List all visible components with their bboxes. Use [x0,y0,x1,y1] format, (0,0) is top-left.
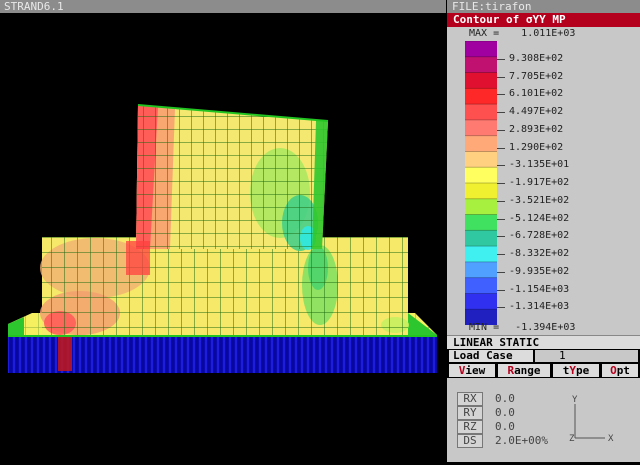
min-row: MIN = -1.394E+03 [469,323,575,333]
max-value: 1.011E+03 [521,28,576,39]
legend-tick [497,236,505,238]
view-rotation-panel: RX 0.0 RY 0.0 RZ 0.0 DS 2.0E+00% Y Z X [447,378,640,462]
load-case-selector[interactable]: 1 [535,350,638,362]
legend-tick [497,129,505,131]
file-name: FILE:tirafon [452,0,532,13]
legend-band [465,135,497,152]
legend-band [465,72,497,89]
legend-level-label: -8.332E+02 [509,248,570,259]
legend-band [465,246,497,263]
load-case-row: Load Case 1 [447,349,640,363]
legend-band [465,261,497,279]
menu-type[interactable]: tYpe [553,364,599,377]
legend-level-label: -1.314E+03 [509,301,570,313]
legend-tick [497,76,505,78]
contour-color-bar [465,41,497,325]
ds-label: DS [457,434,483,448]
legend-level-label: 6.101E+02 [509,88,564,100]
legend-band [465,119,497,137]
rx-value[interactable]: 0.0 [495,392,515,405]
menu-view[interactable]: View [449,364,495,377]
file-bar: FILE:tirafon [447,0,640,13]
stress-contour-model[interactable] [0,13,446,462]
legend-tick [497,271,505,273]
ry-label: RY [457,406,483,420]
axis-y-label: Y [572,395,578,405]
legend-level-label: 9.308E+02 [509,52,564,64]
ds-value[interactable]: 2.0E+00% [495,434,548,447]
legend-level-label: 7.705E+02 [509,70,564,82]
legend-tick [497,183,505,184]
rx-label: RX [457,392,483,406]
legend-level-label: 1.290E+02 [509,141,564,153]
rz-value[interactable]: 0.0 [495,420,515,433]
window-title: STRAND6.1 [4,0,64,13]
legend-tick [497,218,505,220]
legend-tick [497,307,505,309]
legend-level-label: -6.728E+02 [509,230,570,242]
legend-band [465,88,497,105]
model-viewport[interactable] [0,13,446,462]
load-case-label: Load Case [449,350,533,362]
min-label: MIN = [469,322,500,333]
legend-level-label: -1.917E+02 [509,177,570,188]
legend-tick [497,112,505,113]
legend-band [465,198,497,216]
legend-band [465,56,497,74]
axis-x-label: X [608,434,614,444]
rz-label: RZ [457,420,483,434]
legend-level-label: -5.124E+02 [509,212,570,224]
lower-block [40,237,409,335]
results-side-panel: FILE:tirafon Contour of σYY MP MAX = 1.0… [447,0,640,462]
menu-range[interactable]: Range [498,364,550,377]
legend-tick [497,254,505,255]
menu-options[interactable]: Opt [602,364,638,377]
legend-tick [497,94,505,96]
legend-band [465,214,497,231]
legend-level-label: 4.497E+02 [509,106,564,117]
legend-level-label: -9.935E+02 [509,265,570,277]
legend-level-label: -3.135E+01 [509,159,570,171]
axis-triad-icon: Y Z X [569,395,614,444]
legend-tick [497,165,505,167]
legend-level-label: 2.893E+02 [509,123,564,135]
legend-band [465,104,497,121]
legend-band [465,167,497,184]
view-menu-bar: View Range tYpe Opt [447,363,640,378]
legend-band [465,230,497,247]
contour-title: Contour of σYY MP [447,13,640,27]
legend-tick [497,200,505,202]
legend-tick [497,58,505,60]
min-value: -1.394E+03 [515,322,576,333]
legend-level-label: -1.154E+03 [509,283,570,295]
foundation-piles [8,335,437,373]
legend-band [465,277,497,294]
legend-band [465,41,497,58]
axis-z-label: Z [569,434,575,444]
max-row: MAX = 1.011E+03 [469,29,575,39]
max-label: MAX = [469,28,500,39]
legend-tick [497,289,505,291]
legend-tick [497,147,505,149]
legend-band [465,183,497,200]
contour-legend: MAX = 1.011E+03 9.308E+02 7.705E+02 6.101E… [447,27,640,335]
legend-band [465,293,497,310]
ry-value[interactable]: 0.0 [495,406,515,419]
legend-band [465,151,497,168]
legend-level-label: -3.521E+02 [509,194,570,206]
window-title-bar: STRAND6.1 [0,0,446,13]
analysis-type: LINEAR STATIC [447,335,640,349]
